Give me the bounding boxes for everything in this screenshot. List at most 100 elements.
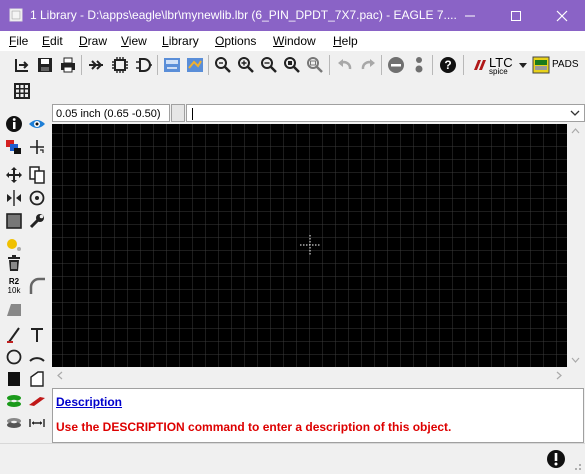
smd-button[interactable]	[4, 391, 24, 411]
menu-help[interactable]: Help	[333, 34, 358, 48]
minimize-button[interactable]	[447, 0, 493, 31]
menu-library-rest: ibrary	[168, 34, 199, 48]
toolbar-separator	[208, 55, 209, 75]
scroll-down-icon[interactable]	[571, 357, 580, 363]
mark-cross-icon	[30, 140, 44, 154]
zoom-fit-button[interactable]	[213, 55, 233, 75]
wire-button[interactable]	[4, 325, 24, 345]
copy-button[interactable]	[27, 165, 47, 185]
rotate-icon	[29, 190, 45, 206]
help-button[interactable]: ?	[438, 55, 458, 75]
arc-icon	[29, 357, 45, 362]
miter-button[interactable]	[27, 276, 47, 296]
menu-draw[interactable]: Draw	[79, 34, 107, 48]
save-button[interactable]	[35, 55, 55, 75]
arc-button[interactable]	[27, 347, 47, 367]
command-history-toggle[interactable]	[171, 104, 185, 122]
menu-edit-mnemonic: E	[42, 34, 51, 48]
description-message: Use the DESCRIPTION command to enter a d…	[56, 420, 452, 434]
close-button[interactable]	[539, 0, 585, 31]
undo-button[interactable]	[335, 55, 355, 75]
pad-icon	[29, 397, 45, 406]
move-arrows-icon	[6, 167, 22, 183]
zoom-redraw-button[interactable]	[282, 55, 302, 75]
menu-window[interactable]: Window	[273, 34, 316, 48]
value-label-top: R2	[8, 277, 20, 286]
circle-button[interactable]	[4, 347, 24, 367]
rotate-button[interactable]	[27, 188, 47, 208]
rect-button[interactable]	[4, 369, 24, 389]
window-title: 1 Library - D:\apps\eagle\lbr\mynewlib.l…	[30, 8, 457, 22]
ltc-spice-dropdown[interactable]: LTC spice	[472, 55, 530, 76]
description-panel: Description Use the DESCRIPTION command …	[52, 388, 584, 443]
stop-button[interactable]	[386, 55, 406, 75]
cam-button[interactable]	[86, 55, 106, 75]
schematic-gate-icon	[136, 58, 152, 72]
save-icon	[38, 58, 52, 72]
print-button[interactable]	[58, 55, 78, 75]
hole-button[interactable]	[4, 413, 24, 433]
miter-icon	[29, 277, 45, 294]
ulp-button[interactable]	[185, 55, 205, 75]
zoom-select-button[interactable]	[305, 55, 325, 75]
zoom-out-button[interactable]	[259, 55, 279, 75]
pad-button[interactable]	[27, 391, 47, 411]
cam-icon	[89, 60, 103, 70]
stop-warning-icon	[547, 450, 565, 468]
close-icon	[556, 10, 568, 21]
menu-edit[interactable]: Edit	[42, 34, 63, 48]
value-button[interactable]: R2 10k	[4, 276, 24, 296]
mark-button[interactable]	[27, 137, 47, 157]
script-button[interactable]	[162, 55, 182, 75]
text-button[interactable]	[27, 325, 47, 345]
polygon-button[interactable]	[27, 369, 47, 389]
open-button[interactable]	[12, 55, 32, 75]
scroll-left-icon[interactable]	[57, 371, 63, 380]
resize-grip[interactable]	[572, 460, 582, 470]
svg-text:?: ?	[444, 58, 451, 72]
undo-icon	[338, 59, 352, 70]
change-button[interactable]	[27, 211, 47, 231]
eagle-app-icon	[9, 8, 23, 22]
command-line-row: 0.05 inch (0.65 -0.50)	[52, 104, 585, 124]
command-input[interactable]	[186, 104, 585, 122]
mirror-button[interactable]	[4, 188, 24, 208]
grid-button[interactable]	[12, 81, 32, 101]
wrench-icon	[29, 214, 44, 229]
info-button[interactable]	[4, 114, 24, 134]
delete-button[interactable]	[4, 253, 24, 273]
group-button[interactable]	[4, 211, 24, 231]
toolbar-separator	[81, 55, 82, 75]
trash-icon	[8, 255, 20, 271]
description-link[interactable]: Description	[56, 395, 122, 409]
menu-library[interactable]: Library	[162, 34, 199, 48]
menu-options[interactable]: Options	[215, 34, 256, 48]
menu-view[interactable]: View	[121, 34, 147, 48]
maximize-button[interactable]	[493, 0, 539, 31]
horizontal-scrollbar[interactable]	[52, 367, 567, 384]
move-button[interactable]	[4, 165, 24, 185]
display-button[interactable]	[4, 137, 24, 157]
zoom-in-button[interactable]	[236, 55, 256, 75]
scroll-up-icon[interactable]	[571, 128, 580, 134]
drawing-canvas[interactable]	[52, 124, 567, 367]
show-button[interactable]	[27, 114, 47, 134]
wire-icon	[7, 327, 20, 343]
vertical-scrollbar[interactable]	[567, 124, 584, 367]
menu-help-rest: elp	[341, 34, 358, 48]
stop-status-button[interactable]	[546, 449, 566, 469]
go-button[interactable]	[409, 55, 429, 75]
scroll-right-icon[interactable]	[556, 371, 562, 380]
toolbar-separator	[463, 55, 464, 75]
schematic-button[interactable]	[134, 55, 154, 75]
layers-icon	[6, 140, 21, 154]
script-icon	[164, 58, 180, 72]
dimension-button[interactable]	[27, 413, 47, 433]
split-button[interactable]	[4, 299, 24, 319]
paste-button[interactable]	[4, 234, 24, 254]
menu-file[interactable]: File	[9, 34, 28, 48]
redo-button[interactable]	[358, 55, 378, 75]
board-button[interactable]	[110, 55, 130, 75]
pads-button[interactable]: PADS	[532, 56, 580, 74]
chevron-down-icon	[570, 110, 580, 116]
